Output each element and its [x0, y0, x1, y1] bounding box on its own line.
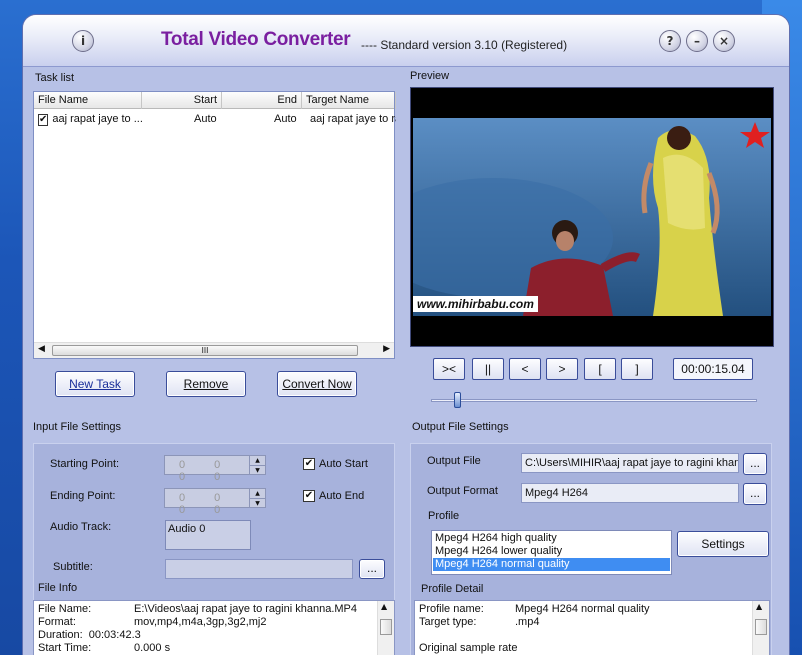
task-list[interactable]: File Name Start End Target Name ✔ aaj ra…	[33, 91, 396, 359]
ending-point-label: Ending Point:	[50, 490, 116, 502]
output-file-label: Output File	[427, 455, 481, 467]
auto-end-checkbox[interactable]: ✔ Auto End	[303, 490, 364, 502]
video-preview: www.mihirbabu.com	[410, 87, 774, 347]
time-display: 00:00:15.04	[673, 358, 753, 380]
audio-track-item[interactable]: Audio 0	[168, 523, 248, 535]
column-file-name[interactable]: File Name	[34, 92, 142, 109]
video-image	[413, 118, 771, 316]
file-info-label: File Info	[38, 582, 78, 594]
file-name-cell: ✔ aaj rapat jaye to ...	[34, 111, 142, 128]
file-info-row: Format: mov,mp4,m4a,3gp,3g2,mj2	[38, 616, 267, 628]
pause-button[interactable]: ||	[472, 358, 504, 380]
column-end[interactable]: End	[222, 92, 302, 109]
auto-start-checkbox[interactable]: ✔ Auto Start	[303, 458, 368, 470]
file-name-text: aaj rapat jaye to ...	[52, 113, 142, 125]
file-info-box[interactable]: File Name: E:\Videos\aaj rapat jaye to ra…	[33, 600, 395, 655]
spin-up-icon[interactable]: ▲	[249, 456, 265, 465]
subtitle-field[interactable]	[165, 559, 353, 579]
audio-track-list[interactable]: Audio 0	[165, 520, 251, 550]
spin-up-icon[interactable]: ▲	[249, 489, 265, 498]
profile-detail-label: Profile Detail	[421, 583, 484, 595]
profile-label: Profile	[428, 510, 460, 522]
settings-button[interactable]: Settings	[677, 531, 769, 557]
fit-button[interactable]: ><	[433, 358, 465, 380]
title-bar: i Total Video Converter ---- Standard ve…	[23, 15, 789, 67]
subtitle-label: Subtitle:	[53, 561, 93, 573]
subtitle-browse-button[interactable]: ...	[359, 559, 385, 579]
info-icon[interactable]: i	[72, 30, 94, 52]
task-checkbox[interactable]: ✔	[38, 113, 49, 126]
preview-label: Preview	[410, 70, 450, 82]
profile-item[interactable]: Mpeg4 H264 high quality	[433, 532, 670, 545]
starting-point-input[interactable]: 0 0 0 0 ▲ ▼	[164, 455, 266, 483]
scroll-thumb[interactable]	[380, 619, 392, 635]
scroll-thumb[interactable]	[755, 619, 767, 635]
scroll-left-icon[interactable]: ◀	[38, 344, 45, 354]
mark-end-button[interactable]: ]	[621, 358, 653, 380]
column-start[interactable]: Start	[142, 92, 222, 109]
spin-down-icon[interactable]: ▼	[249, 498, 265, 507]
auto-start-label: Auto Start	[319, 458, 368, 470]
seek-track[interactable]	[431, 399, 757, 402]
column-target-name[interactable]: Target Name	[302, 92, 396, 109]
output-format-label: Output Format	[427, 485, 498, 497]
profile-detail-scrollbar[interactable]: ▲	[752, 601, 769, 655]
audio-track-label: Audio Track:	[50, 521, 112, 533]
remove-button[interactable]: Remove	[166, 371, 246, 397]
start-cell: Auto	[194, 113, 217, 125]
app-version: ---- Standard version 3.10 (Registered)	[361, 38, 568, 52]
previous-frame-button[interactable]: <	[509, 358, 541, 380]
task-list-header: File Name Start End Target Name	[34, 92, 396, 109]
output-file-field[interactable]: C:\Users\MIHIR\aaj rapat jaye to ragini …	[521, 453, 739, 473]
task-list-horizontal-scrollbar[interactable]: ◀ III ▶	[34, 342, 394, 358]
profile-detail-row: Target type: .mp4	[419, 616, 540, 628]
starting-point-label: Starting Point:	[50, 458, 120, 470]
table-row[interactable]: ✔ aaj rapat jaye to ... Auto Auto aaj ra…	[34, 111, 396, 128]
mark-start-button[interactable]: [	[584, 358, 616, 380]
output-settings-label: Output File Settings	[412, 421, 509, 433]
seek-slider-thumb[interactable]	[454, 392, 462, 408]
auto-start-check[interactable]: ✔	[303, 458, 315, 470]
minimize-icon[interactable]: –	[686, 30, 708, 52]
end-cell: Auto	[274, 113, 297, 125]
input-settings-label: Input File Settings	[33, 421, 122, 433]
help-icon[interactable]: ?	[659, 30, 681, 52]
video-frame: www.mihirbabu.com	[413, 118, 771, 316]
auto-end-label: Auto End	[319, 490, 365, 502]
file-info-scrollbar[interactable]: ▲	[377, 601, 394, 655]
file-info-row: Start Time: 0.000 s	[38, 642, 171, 654]
file-info-row: File Name: E:\Videos\aaj rapat jaye to ra…	[38, 603, 357, 615]
profile-detail-row: Profile name: Mpeg4 H264 normal quality	[419, 603, 650, 615]
output-format-browse-button[interactable]: ...	[743, 483, 767, 505]
scroll-right-icon[interactable]: ▶	[383, 344, 390, 354]
video-watermark: www.mihirbabu.com	[413, 296, 538, 312]
scroll-up-icon[interactable]: ▲	[756, 602, 762, 611]
convert-now-button[interactable]: Convert Now	[277, 371, 357, 397]
spin-down-icon[interactable]: ▼	[249, 465, 265, 474]
auto-end-check[interactable]: ✔	[303, 490, 315, 502]
profile-detail-box[interactable]: Profile name: Mpeg4 H264 normal quality T…	[414, 600, 770, 655]
task-list-label: Task list	[35, 72, 75, 84]
app-window: i Total Video Converter ---- Standard ve…	[22, 14, 790, 655]
profile-detail-row: Original sample rate	[419, 642, 518, 654]
ending-point-input[interactable]: 0 0 0 0 ▲ ▼	[164, 488, 266, 516]
profile-list[interactable]: Mpeg4 H264 high quality Mpeg4 H264 lower…	[431, 530, 672, 575]
target-name-cell: aaj rapat jaye to ra	[310, 113, 396, 125]
profile-item[interactable]: Mpeg4 H264 lower quality	[433, 545, 670, 558]
scroll-up-icon[interactable]: ▲	[381, 602, 387, 611]
profile-item-selected[interactable]: Mpeg4 H264 normal quality	[433, 558, 670, 571]
scroll-thumb[interactable]: III	[52, 345, 358, 356]
close-icon[interactable]: ×	[713, 30, 735, 52]
file-info-row: Duration: 00:03:42.3	[38, 629, 141, 641]
app-title: Total Video Converter	[161, 29, 351, 50]
new-task-button[interactable]: New Task	[55, 371, 135, 397]
next-frame-button[interactable]: >	[546, 358, 578, 380]
output-file-browse-button[interactable]: ...	[743, 453, 767, 475]
output-format-field[interactable]: Mpeg4 H264	[521, 483, 739, 503]
